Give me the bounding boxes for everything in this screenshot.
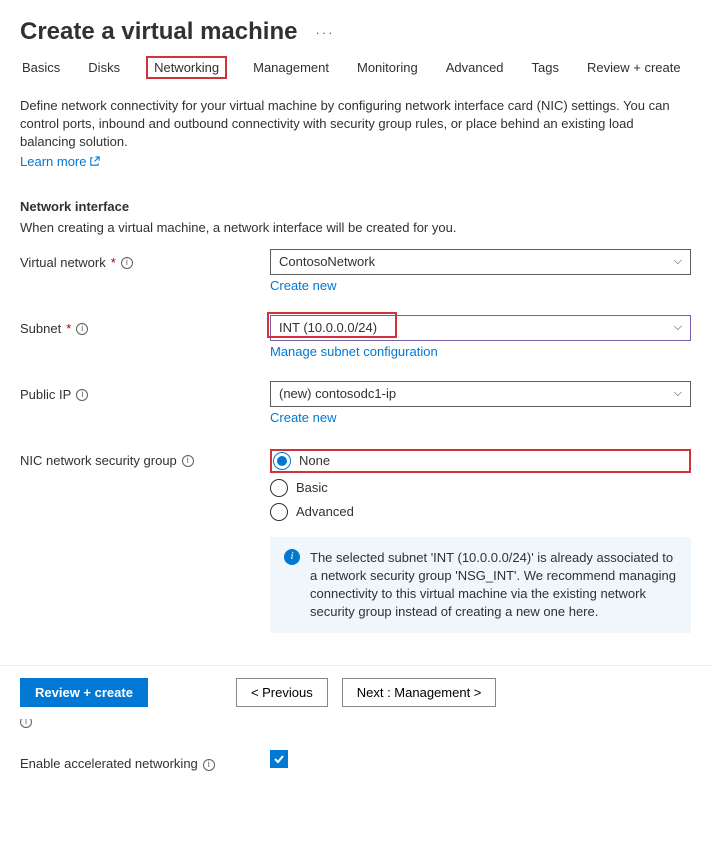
radio-input[interactable] — [270, 503, 288, 521]
tab-management[interactable]: Management — [251, 56, 331, 79]
chevron-down-icon: ⌵ — [674, 387, 682, 400]
radio-label: Advanced — [296, 504, 354, 519]
tab-review-create[interactable]: Review + create — [585, 56, 683, 79]
row-subnet: Subnet * i INT (10.0.0.0/24) ⌵ Manage su… — [20, 315, 691, 359]
link-create-new-ip[interactable]: Create new — [270, 410, 336, 425]
link-create-new-vnet[interactable]: Create new — [270, 278, 336, 293]
radio-nsg-basic[interactable]: Basic — [270, 479, 691, 497]
previous-button[interactable]: < Previous — [236, 678, 328, 707]
section-title: Network interface — [20, 199, 691, 214]
label-public-ip: Public IP — [20, 387, 71, 404]
info-filled-icon: i — [284, 549, 300, 565]
tab-disks[interactable]: Disks — [86, 56, 122, 79]
tab-networking[interactable]: Networking — [146, 56, 227, 79]
tab-advanced[interactable]: Advanced — [444, 56, 506, 79]
label-nsg: NIC network security group — [20, 453, 177, 470]
dropdown-public-ip[interactable]: (new) contosodc1-ip ⌵ — [270, 381, 691, 407]
radio-group-nsg: None Basic Advanced — [270, 449, 691, 521]
required-indicator: * — [111, 255, 116, 272]
row-virtual-network: Virtual network * i ContosoNetwork ⌵ Cre… — [20, 249, 691, 293]
dropdown-value: ContosoNetwork — [279, 254, 375, 269]
tab-tags[interactable]: Tags — [530, 56, 561, 79]
radio-nsg-none[interactable]: None — [273, 452, 330, 470]
row-accelerated-networking: Enable accelerated networking i — [20, 750, 691, 780]
info-icon[interactable]: i — [203, 759, 215, 771]
label-virtual-network: Virtual network — [20, 255, 106, 272]
more-actions-icon[interactable]: ··· — [315, 25, 334, 40]
info-panel-text: The selected subnet 'INT (10.0.0.0/24)' … — [310, 549, 677, 622]
radio-label: Basic — [296, 480, 328, 495]
info-icon[interactable]: i — [76, 323, 88, 335]
radio-input[interactable] — [273, 452, 291, 470]
learn-more-link[interactable]: Learn more — [20, 154, 100, 169]
section-subtitle: When creating a virtual machine, a netwo… — [20, 220, 691, 235]
label-accelerated-networking: Enable accelerated networking — [20, 756, 198, 773]
dropdown-virtual-network[interactable]: ContosoNetwork ⌵ — [270, 249, 691, 275]
check-icon — [273, 753, 285, 765]
chevron-down-icon: ⌵ — [674, 255, 682, 268]
chevron-down-icon: ⌵ — [674, 321, 682, 334]
page-title: Create a virtual machine — [20, 18, 297, 46]
label-subnet: Subnet — [20, 321, 61, 338]
wizard-footer: Review + create < Previous Next : Manage… — [0, 665, 711, 719]
radio-input[interactable] — [270, 479, 288, 497]
radio-label: None — [299, 453, 330, 468]
row-nsg: NIC network security group i None Basic … — [20, 447, 691, 634]
tab-monitoring[interactable]: Monitoring — [355, 56, 420, 79]
tab-basics[interactable]: Basics — [20, 56, 62, 79]
info-icon[interactable]: i — [182, 455, 194, 467]
link-manage-subnet[interactable]: Manage subnet configuration — [270, 344, 438, 359]
dropdown-value: (new) contosodc1-ip — [279, 386, 396, 401]
highlight-box: None — [270, 449, 691, 473]
next-button[interactable]: Next : Management > — [342, 678, 497, 707]
info-icon[interactable]: i — [121, 257, 133, 269]
dropdown-value: INT (10.0.0.0/24) — [279, 320, 377, 335]
info-icon[interactable]: i — [76, 389, 88, 401]
review-create-button[interactable]: Review + create — [20, 678, 148, 707]
intro-text: Define network connectivity for your vir… — [20, 97, 691, 152]
required-indicator: * — [66, 321, 71, 338]
row-public-ip: Public IP i (new) contosodc1-ip ⌵ Create… — [20, 381, 691, 425]
tabs-bar: Basics Disks Networking Management Monit… — [20, 56, 691, 89]
page-header: Create a virtual machine ··· — [20, 0, 691, 56]
learn-more-label: Learn more — [20, 154, 86, 169]
checkbox-accelerated-networking[interactable] — [270, 750, 288, 768]
dropdown-subnet[interactable]: INT (10.0.0.0/24) ⌵ — [270, 315, 691, 341]
external-link-icon — [89, 156, 100, 167]
radio-nsg-advanced[interactable]: Advanced — [270, 503, 691, 521]
info-panel-nsg: i The selected subnet 'INT (10.0.0.0/24)… — [270, 537, 691, 634]
